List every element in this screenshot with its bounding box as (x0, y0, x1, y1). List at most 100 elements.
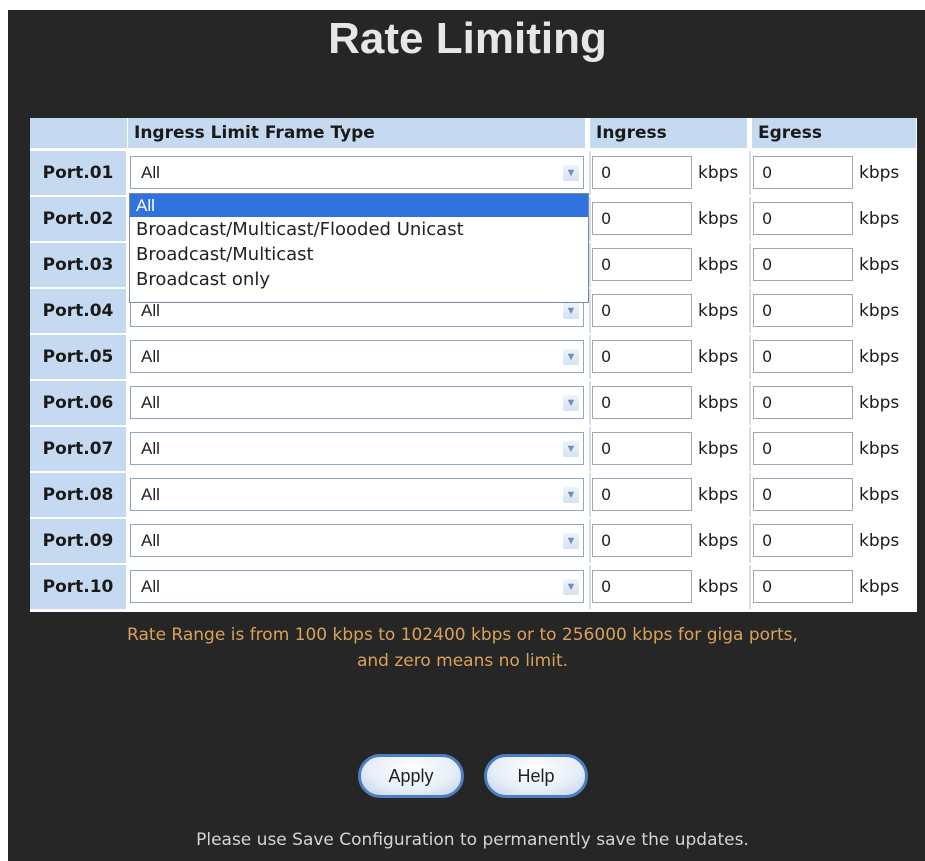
port-column-header (30, 118, 128, 148)
frame-type-value: All (141, 485, 160, 504)
ingress-rate-input[interactable]: 0 (592, 202, 692, 235)
column-divider (749, 197, 751, 241)
frame-type-dropdown-list: All Broadcast/Multicast/Flooded Unicast … (129, 193, 589, 303)
table-row: Port.09 All ▼ 0 kbps 0 kbps (30, 519, 917, 565)
egress-unit: kbps (859, 301, 900, 321)
chevron-down-icon[interactable]: ▼ (563, 349, 579, 365)
egress-rate-input[interactable]: 0 (753, 570, 853, 603)
egress-unit: kbps (859, 393, 900, 413)
ingress-unit: kbps (698, 531, 739, 551)
table-row: Port.10 All ▼ 0 kbps 0 kbps (30, 565, 917, 611)
column-divider (589, 243, 591, 287)
column-divider (589, 473, 591, 517)
frame-type-select[interactable]: All ▼ (130, 340, 584, 373)
port-label: Port.09 (30, 519, 126, 563)
egress-unit: kbps (859, 209, 900, 229)
table-row: Port.07 All ▼ 0 kbps 0 kbps (30, 427, 917, 473)
dropdown-option[interactable]: All (130, 194, 588, 217)
port-label: Port.10 (30, 565, 126, 609)
ingress-unit: kbps (698, 577, 739, 597)
port-label: Port.03 (30, 243, 126, 287)
chevron-down-icon[interactable]: ▼ (563, 395, 579, 411)
column-divider (589, 197, 591, 241)
port-label: Port.08 (30, 473, 126, 517)
egress-rate-input[interactable]: 0 (753, 478, 853, 511)
egress-rate-input[interactable]: 0 (753, 248, 853, 281)
ingress-unit: kbps (698, 163, 739, 183)
egress-rate-input[interactable]: 0 (753, 156, 853, 189)
save-config-hint: Please use Save Configuration to permane… (196, 830, 749, 850)
port-label: Port.06 (30, 381, 126, 425)
frame-type-value: All (141, 577, 160, 596)
column-divider (749, 243, 751, 287)
frame-type-select[interactable]: All ▼ (130, 156, 584, 189)
table-row: Port.05 All ▼ 0 kbps 0 kbps (30, 335, 917, 381)
frame-type-value: All (141, 347, 160, 366)
egress-unit: kbps (859, 347, 900, 367)
column-divider (589, 151, 591, 195)
ingress-unit: kbps (698, 485, 739, 505)
frame-type-select[interactable]: All ▼ (130, 432, 584, 465)
egress-unit: kbps (859, 531, 900, 551)
chevron-down-icon[interactable]: ▼ (563, 303, 579, 319)
chevron-down-icon[interactable]: ▼ (563, 487, 579, 503)
column-divider (749, 289, 751, 333)
apply-button[interactable]: Apply (358, 754, 464, 798)
chevron-down-icon[interactable]: ▼ (563, 441, 579, 457)
rate-range-note-line1: Rate Range is from 100 kbps to 102400 kb… (127, 625, 798, 645)
help-button[interactable]: Help (484, 754, 588, 798)
frame-type-select[interactable]: All ▼ (130, 524, 584, 557)
column-divider (749, 151, 751, 195)
column-divider (749, 335, 751, 379)
egress-unit: kbps (859, 485, 900, 505)
frame-type-select[interactable]: All ▼ (130, 386, 584, 419)
port-label: Port.05 (30, 335, 126, 379)
egress-rate-input[interactable]: 0 (753, 386, 853, 419)
ingress-unit: kbps (698, 393, 739, 413)
dropdown-option[interactable]: Broadcast/Multicast (130, 242, 588, 267)
ingress-column-header: Ingress (590, 118, 748, 148)
column-divider (589, 519, 591, 563)
frame-type-value: All (141, 531, 160, 550)
ingress-rate-input[interactable]: 0 (592, 570, 692, 603)
frame-type-select[interactable]: All ▼ (130, 570, 584, 603)
port-label: Port.04 (30, 289, 126, 333)
port-label: Port.07 (30, 427, 126, 471)
dropdown-option[interactable]: Broadcast/Multicast/Flooded Unicast (130, 217, 588, 242)
ingress-rate-input[interactable]: 0 (592, 248, 692, 281)
ingress-rate-input[interactable]: 0 (592, 386, 692, 419)
frame-type-select[interactable]: All ▼ (130, 478, 584, 511)
frame-type-value: All (141, 163, 160, 182)
ingress-rate-input[interactable]: 0 (592, 294, 692, 327)
port-label: Port.02 (30, 197, 126, 241)
ingress-unit: kbps (698, 439, 739, 459)
egress-unit: kbps (859, 163, 900, 183)
chevron-down-icon[interactable]: ▼ (563, 533, 579, 549)
chevron-down-icon[interactable]: ▼ (563, 165, 579, 181)
ingress-rate-input[interactable]: 0 (592, 340, 692, 373)
column-divider (589, 289, 591, 333)
frame-type-value: All (141, 439, 160, 458)
table-row: Port.08 All ▼ 0 kbps 0 kbps (30, 473, 917, 519)
column-divider (749, 427, 751, 471)
egress-rate-input[interactable]: 0 (753, 202, 853, 235)
egress-unit: kbps (859, 577, 900, 597)
egress-rate-input[interactable]: 0 (753, 294, 853, 327)
ingress-unit: kbps (698, 255, 739, 275)
ingress-unit: kbps (698, 209, 739, 229)
column-divider (589, 427, 591, 471)
ingress-rate-input[interactable]: 0 (592, 156, 692, 189)
chevron-down-icon[interactable]: ▼ (563, 579, 579, 595)
column-divider (589, 381, 591, 425)
egress-unit: kbps (859, 255, 900, 275)
egress-rate-input[interactable]: 0 (753, 524, 853, 557)
dropdown-option[interactable]: Broadcast only (130, 267, 588, 292)
egress-rate-input[interactable]: 0 (753, 432, 853, 465)
egress-rate-input[interactable]: 0 (753, 340, 853, 373)
egress-unit: kbps (859, 439, 900, 459)
ingress-unit: kbps (698, 347, 739, 367)
ingress-rate-input[interactable]: 0 (592, 524, 692, 557)
ingress-rate-input[interactable]: 0 (592, 478, 692, 511)
ingress-rate-input[interactable]: 0 (592, 432, 692, 465)
column-divider (589, 565, 591, 609)
